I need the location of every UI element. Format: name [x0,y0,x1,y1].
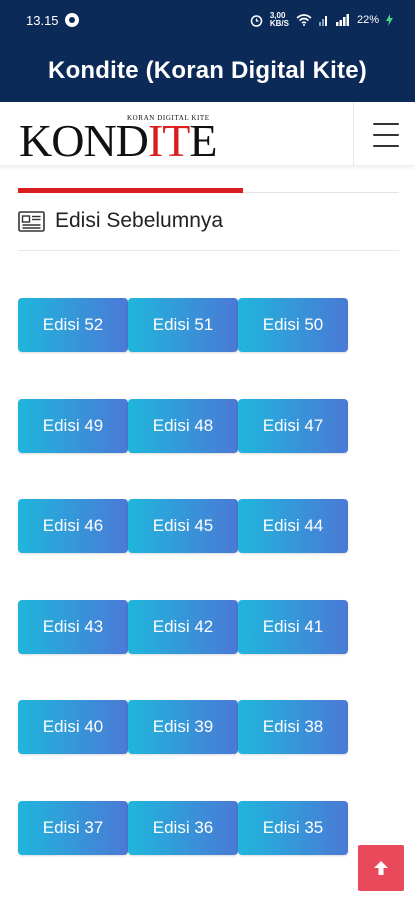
edition-button[interactable]: Edisi 39 [128,700,238,755]
newspaper-icon [18,210,45,232]
edition-button[interactable]: Edisi 36 [128,800,238,855]
edition-button[interactable]: Edisi 37 [18,800,128,855]
editions-row: Edisi 43 Edisi 42 Edisi 41 [18,599,358,656]
edition-button[interactable]: Edisi 35 [238,800,348,855]
status-right: 3,00 KB/S 22% [250,12,393,28]
editions-row: Edisi 37 Edisi 36 Edisi 35 [18,800,358,857]
logo-wordmark: KONDITE [19,115,217,166]
notification-icon [64,13,79,27]
edition-button[interactable]: Edisi 40 [18,700,128,755]
scroll-to-top-button[interactable] [358,845,404,891]
header-divider [353,102,354,166]
net-speed: 3,00 KB/S [270,12,289,28]
net-speed-unit: KB/S [269,19,289,28]
hamburger-menu-icon[interactable] [366,120,406,150]
arrow-up-icon [374,861,388,875]
signal-icon-sim1 [318,16,327,26]
site-header: KORAN DIGITAL KITE KONDITE [0,102,415,166]
edition-button[interactable]: Edisi 49 [18,398,128,453]
edition-button[interactable]: Edisi 52 [18,298,128,352]
status-bar: 13.15 3,00 KB/S 22% [0,0,415,40]
logo-wordmark-accent: IT [147,115,190,166]
editions-row: Edisi 49 Edisi 48 Edisi 47 [18,398,358,455]
edition-button[interactable]: Edisi 41 [238,599,348,654]
section-heading: Edisi Sebelumnya [18,205,223,237]
status-left: 13.15 [26,13,79,28]
logo-wordmark-part3: E [189,115,217,166]
status-time: 13.15 [26,12,59,28]
edition-button[interactable]: Edisi 48 [128,398,238,453]
menu-line [373,123,399,125]
edition-button[interactable]: Edisi 46 [18,499,128,554]
editions-row: Edisi 40 Edisi 39 Edisi 38 [18,700,358,756]
editions-grid: Edisi 52 Edisi 51 Edisi 50 Edisi 49 Edis… [18,298,358,900]
section-title: Edisi Sebelumnya [55,209,224,232]
menu-line [373,145,399,147]
section-bottom-line [18,250,399,251]
edition-button[interactable]: Edisi 44 [238,499,348,554]
logo-wordmark-part1: KOND [19,115,149,166]
edition-button[interactable]: Edisi 43 [18,599,128,654]
section-accent-bar [18,188,243,193]
app-title-bar: Kondite (Koran Digital Kite) [0,40,415,102]
edition-button[interactable]: Edisi 42 [128,599,238,654]
edition-button[interactable]: Edisi 38 [238,700,348,755]
edition-button[interactable]: Edisi 51 [128,298,238,352]
alarm-icon [250,14,263,27]
signal-icon-sim2 [335,14,349,26]
battery-charging-icon [386,14,393,26]
edition-button[interactable]: Edisi 45 [128,499,238,554]
battery-level: 22% [356,14,379,26]
app-title: Kondite (Koran Digital Kite) [48,57,367,84]
menu-line [373,134,399,136]
edition-button[interactable]: Edisi 50 [238,298,348,352]
editions-row: Edisi 52 Edisi 51 Edisi 50 [18,298,358,354]
edition-button[interactable]: Edisi 47 [238,398,348,453]
site-logo[interactable]: KORAN DIGITAL KITE KONDITE [19,114,217,164]
wifi-icon [296,14,312,26]
editions-row: Edisi 46 Edisi 45 Edisi 44 [18,499,358,555]
